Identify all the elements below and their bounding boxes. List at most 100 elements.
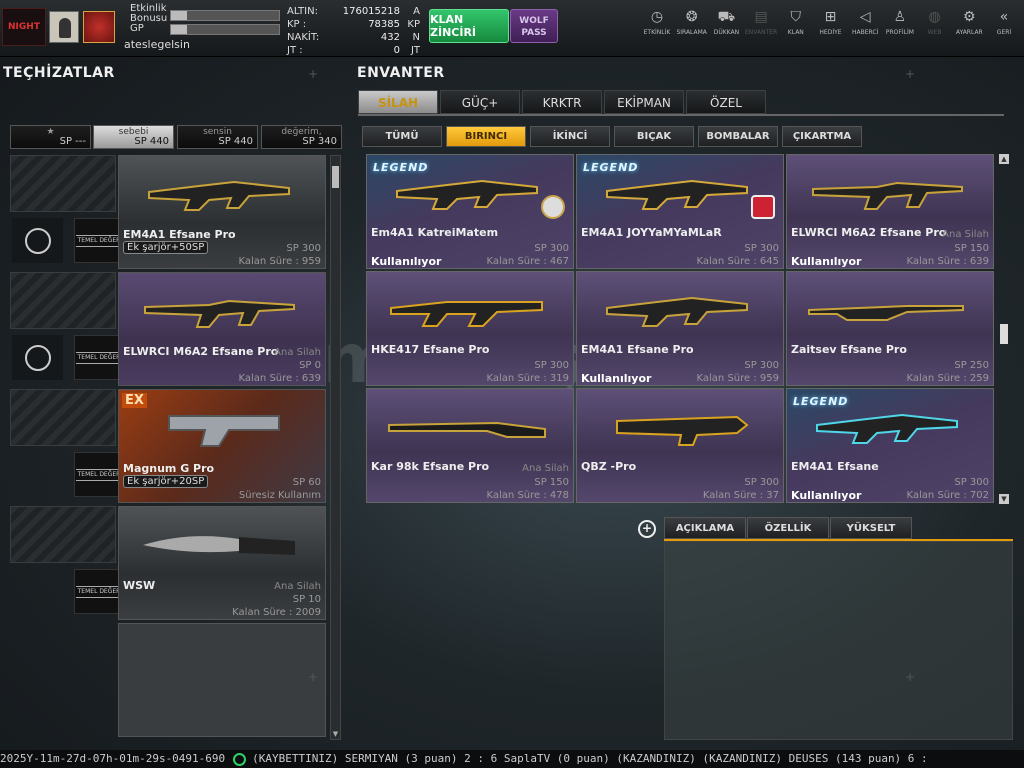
loadout-tab-1[interactable]: ★ SP --- bbox=[10, 125, 91, 149]
nav-label: ETKİNLİK bbox=[643, 29, 671, 36]
scroll-up-icon[interactable]: ▲ bbox=[999, 154, 1009, 164]
username: ateslegelsin bbox=[124, 38, 190, 51]
item-remaining: Kalan Süre : 319 bbox=[486, 373, 569, 384]
avatar[interactable] bbox=[49, 11, 79, 43]
plus-marker: + bbox=[308, 67, 319, 81]
equipment-scrollbar[interactable]: ▼ bbox=[330, 155, 341, 740]
nav-cart[interactable]: ⛟ DÜKKAN bbox=[709, 8, 743, 48]
item-remaining: Kalan Süre : 259 bbox=[906, 373, 989, 384]
nav-profile[interactable]: ♙ PROFİLİM bbox=[883, 8, 917, 48]
equipped-weapon-card[interactable]: EM4A1 Efsane Pro Ek şarjör+50SP SP 300 K… bbox=[118, 155, 326, 269]
inventory-item[interactable]: HKE417 Efsane Pro SP 300 Kalan Süre : 31… bbox=[366, 271, 574, 386]
tab-guc[interactable]: GÜÇ+ bbox=[440, 90, 520, 114]
equipped-weapon-card[interactable]: ELWRCI M6A2 Efsane Pro Ana Silah SP 0 Ka… bbox=[118, 272, 326, 386]
equipment-slot-secondary: TEMEL DEĞER ELWRCI M6A2 Efsane Pro Ana S… bbox=[10, 272, 327, 386]
gear-icon: ⚙ bbox=[963, 9, 976, 25]
empty-slot[interactable] bbox=[10, 506, 116, 563]
wolf-pass-button[interactable]: WOLF PASS bbox=[510, 9, 558, 43]
equipment-slot-pistol: TEMEL DEĞER EX Magnum G Pro Ek şarjör+20… bbox=[10, 389, 327, 503]
equipment-title: TEÇHİZATLAR bbox=[3, 65, 115, 81]
subtab-birinci[interactable]: BIRINCI bbox=[446, 126, 526, 147]
base-value-button[interactable]: TEMEL DEĞER bbox=[74, 218, 124, 263]
item-name: HKE417 Efsane Pro bbox=[371, 343, 490, 356]
base-value-button[interactable]: TEMEL DEĞER bbox=[74, 452, 124, 497]
inventory-item[interactable]: LEGEND EM4A1 JOYYaMYaMLaR SP 300 Kalan S… bbox=[576, 154, 784, 269]
item-remaining: Kalan Süre : 959 bbox=[696, 373, 779, 384]
loadout-tab-2[interactable]: sebebi SP 440 bbox=[93, 125, 174, 149]
empty-weapon-slot[interactable] bbox=[118, 623, 326, 737]
weapon-remaining: Kalan Süre : 639 bbox=[238, 373, 321, 384]
nav-label: GERİ bbox=[996, 29, 1012, 36]
tab-ozel[interactable]: ÖZEL bbox=[686, 90, 766, 114]
rifle-icon bbox=[616, 415, 749, 446]
inventory-item[interactable]: ELWRCI M6A2 Efsane Pro Ana Silah SP 150 … bbox=[786, 154, 994, 269]
clock-icon: ◷ bbox=[650, 9, 664, 25]
loadout-tab-4[interactable]: değerim, SP 340 bbox=[261, 125, 342, 149]
knife-icon bbox=[143, 536, 295, 555]
gp-label: GP bbox=[130, 23, 144, 34]
emblem-icon bbox=[541, 195, 565, 219]
weapon-category: Ana Silah bbox=[274, 347, 321, 358]
ticker-message: (KAYBETTINIZ) SERMIYAN (3 puan) 2 : 6 Sa… bbox=[252, 752, 928, 765]
equipped-weapon-card[interactable]: EX Magnum G Pro Ek şarjör+20SP SP 60 Sür… bbox=[118, 389, 326, 503]
nav-gift[interactable]: ⊞ HEDİYE bbox=[814, 8, 848, 48]
nav-globe[interactable]: ◍ WEB bbox=[918, 8, 952, 48]
weapon-sp: SP 60 bbox=[292, 477, 321, 488]
tab-aciklama[interactable]: AÇIKLAMA bbox=[664, 517, 746, 539]
inventory-item[interactable]: LEGEND Em4A1 KatreiMatem SP 300 Kalan Sü… bbox=[366, 154, 574, 269]
nav-megaphone[interactable]: ◁ HABERCİ bbox=[848, 8, 882, 48]
inventory-scrollbar[interactable]: ▲ ▼ bbox=[998, 154, 1010, 504]
ex-badge: EX bbox=[122, 393, 147, 408]
subtab-bombalar[interactable]: BOMBALAR bbox=[698, 126, 778, 147]
currency-altin: ALTIN: 176015218 A bbox=[287, 6, 420, 17]
nav-back[interactable]: « GERİ bbox=[987, 8, 1021, 48]
nav-shield[interactable]: ⛉ KLAN bbox=[779, 8, 813, 48]
top-bar: NIGHT Etkinlik Bonusu GP ateslegelsin AL… bbox=[0, 0, 1024, 57]
zoom-in-icon[interactable]: + bbox=[638, 520, 656, 538]
loadout-tab-3[interactable]: sensin SP 440 bbox=[177, 125, 258, 149]
nav-medal[interactable]: ❂ SIRALAMA bbox=[675, 8, 709, 48]
tab-ozellik[interactable]: ÖZELLİK bbox=[747, 517, 829, 539]
subtab-bicak[interactable]: BIÇAK bbox=[614, 126, 694, 147]
item-category: Ana Silah bbox=[942, 229, 989, 240]
base-value-button[interactable]: TEMEL DEĞER bbox=[74, 335, 124, 380]
scroll-thumb[interactable] bbox=[1000, 324, 1008, 344]
subtab-tumu[interactable]: TÜMÜ bbox=[362, 126, 442, 147]
inventory-icon: ▤ bbox=[754, 9, 768, 25]
tab-yukselt[interactable]: YÜKSELT bbox=[830, 517, 912, 539]
tab-krktr[interactable]: KRKTR bbox=[522, 90, 602, 114]
inventory-item[interactable]: Zaitsev Efsane Pro SP 250 Kalan Süre : 2… bbox=[786, 271, 994, 386]
weapon-name: EM4A1 Efsane Pro bbox=[123, 228, 236, 241]
nav-clock[interactable]: ◷ ETKİNLİK bbox=[640, 8, 674, 48]
tab-silah[interactable]: SİLAH bbox=[358, 90, 438, 114]
inventory-item[interactable]: LEGEND EM4A1 Efsane SP 300 Kalan Süre : … bbox=[786, 388, 994, 503]
subtab-cikartma[interactable]: ÇIKARTMA bbox=[782, 126, 862, 147]
item-sp: SP 300 bbox=[534, 360, 569, 371]
empty-slot[interactable] bbox=[10, 272, 116, 329]
base-value-button[interactable]: TEMEL DEĞER bbox=[74, 569, 124, 614]
nav-inventory[interactable]: ▤ ENVANTER bbox=[744, 8, 778, 48]
subtab-ikinci[interactable]: İKİNCİ bbox=[530, 126, 610, 147]
item-status: Kullanılıyor bbox=[791, 489, 862, 502]
loadout-tabs: ★ SP --- sebebi SP 440 sensin SP 440 değeri… bbox=[10, 125, 343, 149]
inventory-item[interactable]: Kar 98k Efsane Pro Ana Silah SP 150 Kala… bbox=[366, 388, 574, 503]
weapon-bonus: Ek şarjör+20SP bbox=[123, 475, 209, 488]
weapon-remaining: Süresiz Kullanım bbox=[238, 490, 321, 501]
item-name: EM4A1 Efsane Pro bbox=[581, 343, 694, 356]
scroll-down-icon[interactable]: ▼ bbox=[999, 494, 1009, 504]
equipped-weapon-card[interactable]: WSW Ana Silah SP 10 Kalan Süre : 2009 bbox=[118, 506, 326, 620]
klan-chain-button[interactable]: KLAN ZİNCİRİ bbox=[429, 9, 509, 43]
nav-gear[interactable]: ⚙ AYARLAR bbox=[952, 8, 986, 48]
inventory-item[interactable]: QBZ -Pro SP 300 Kalan Süre : 37 bbox=[576, 388, 784, 503]
tab-ekipman[interactable]: EKİPMAN bbox=[604, 90, 684, 114]
empty-slot[interactable] bbox=[10, 389, 116, 446]
weapon-sp: SP 0 bbox=[299, 360, 321, 371]
rifle-icon bbox=[606, 179, 748, 210]
empty-slot[interactable] bbox=[10, 155, 116, 212]
inventory-item[interactable]: EM4A1 Efsane Pro SP 300 Kalan Süre : 959… bbox=[576, 271, 784, 386]
rifle-icon bbox=[816, 413, 958, 444]
nav-label: WEB bbox=[927, 29, 942, 36]
inventory-title: ENVANTER bbox=[357, 65, 445, 81]
game-logo: NIGHT bbox=[2, 8, 46, 46]
item-sp: SP 300 bbox=[954, 477, 989, 488]
